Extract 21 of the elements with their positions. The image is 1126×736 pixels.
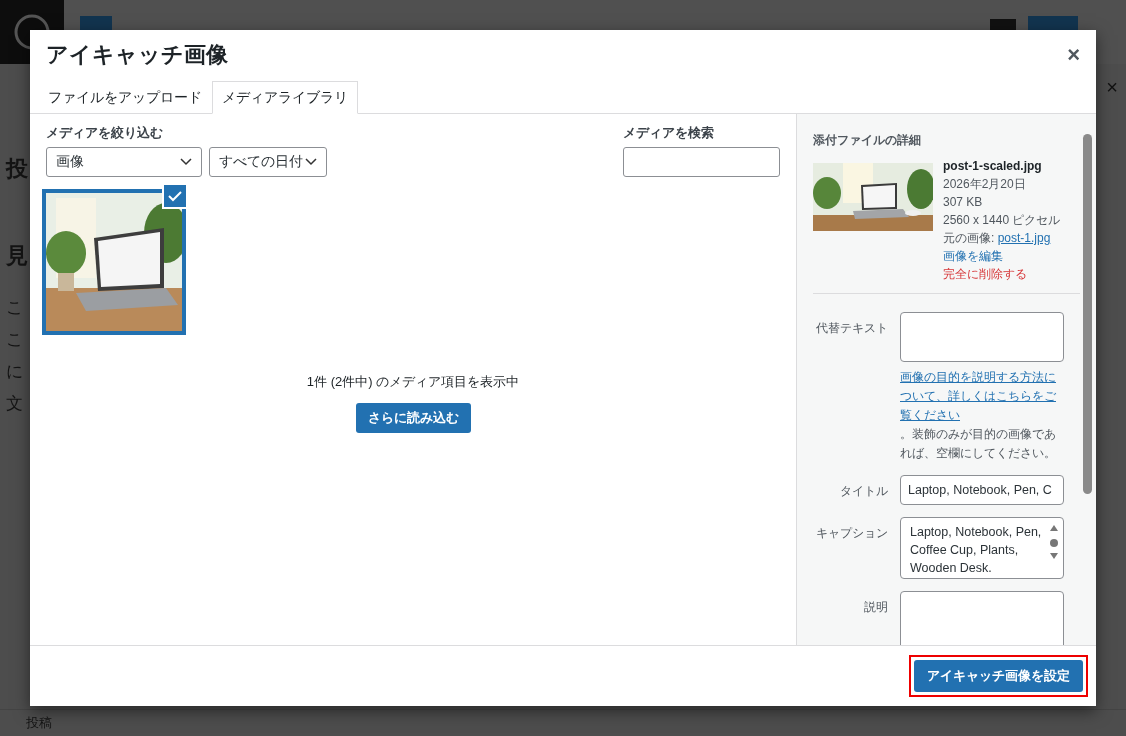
alt-text-help: 。装飾のみが目的の画像であれば、空欄にしてください。: [900, 426, 1057, 462]
upload-date: 2026年2月20日: [943, 176, 1027, 193]
details-heading: 添付ファイルの詳細: [813, 132, 922, 149]
filter-label: メディアを絞り込む: [46, 124, 164, 142]
item-count: 1件 (2件中) のメディア項目を表示中: [306, 373, 520, 391]
file-name: post-1-scaled.jpg: [943, 158, 1043, 175]
post-text: 文: [6, 394, 24, 414]
field-label: 説明: [863, 599, 888, 616]
field-label: 代替テキスト: [815, 320, 888, 337]
dialog-title: アイキャッチ画像: [46, 41, 228, 69]
field-label: キャプション: [815, 525, 888, 542]
image-dimensions: 2560 x 1440 ピクセル: [943, 212, 1061, 229]
field-label: タイトル: [839, 483, 888, 500]
original-label: 元の画像:: [943, 230, 995, 247]
post-text: こ: [6, 330, 24, 350]
post-text: 投: [6, 155, 29, 183]
search-label: メディアを検索: [623, 124, 715, 142]
file-size: 307 KB: [943, 194, 984, 211]
post-text: 見: [6, 246, 29, 266]
post-text: こ: [6, 298, 24, 318]
post-text: に: [6, 362, 24, 382]
